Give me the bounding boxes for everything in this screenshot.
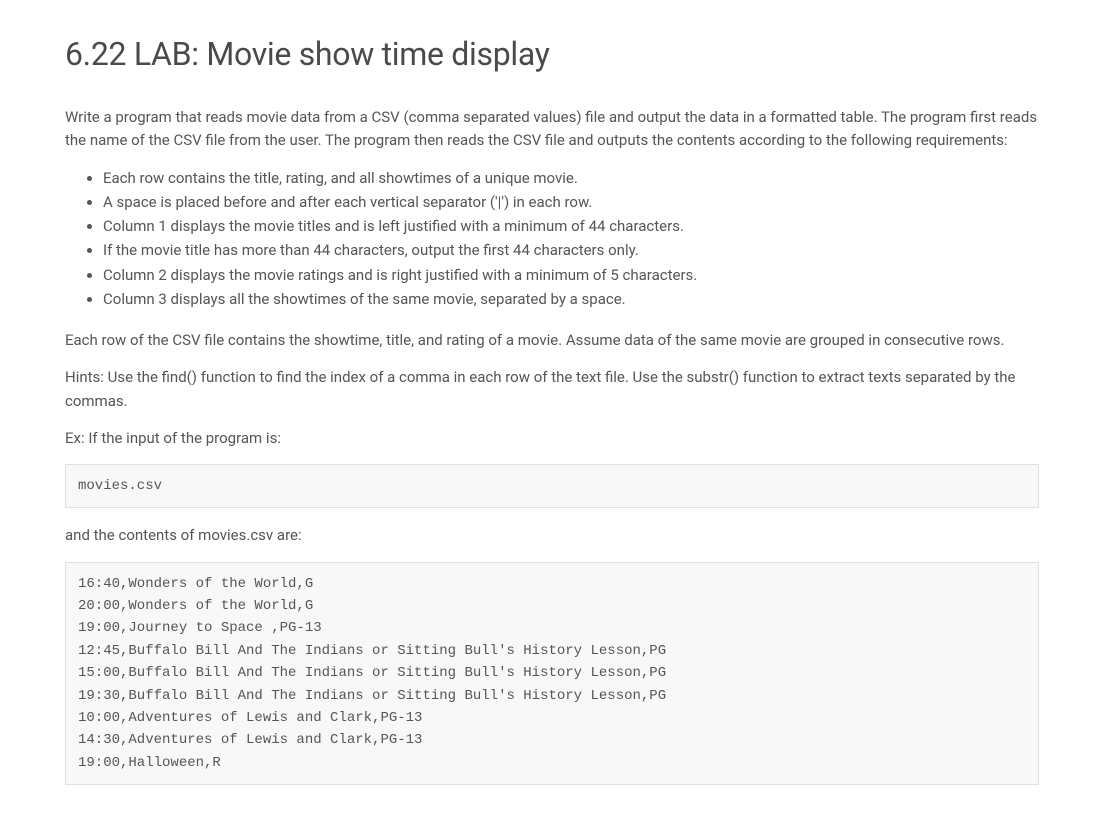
contents-label: and the contents of movies.csv are: <box>65 524 1039 547</box>
csv-contents-block: 16:40,Wonders of the World,G 20:00,Wonde… <box>65 562 1039 786</box>
list-item: If the movie title has more than 44 char… <box>103 239 1039 262</box>
list-item: Each row contains the title, rating, and… <box>103 167 1039 190</box>
requirements-list: Each row contains the title, rating, and… <box>65 167 1039 312</box>
hints-paragraph: Hints: Use the find() function to find t… <box>65 366 1039 413</box>
list-item: Column 3 displays all the showtimes of t… <box>103 288 1039 311</box>
list-item: A space is placed before and after each … <box>103 191 1039 214</box>
list-item: Column 1 displays the movie titles and i… <box>103 215 1039 238</box>
intro-paragraph: Write a program that reads movie data fr… <box>65 106 1039 153</box>
example-label: Ex: If the input of the program is: <box>65 427 1039 450</box>
list-item: Column 2 displays the movie ratings and … <box>103 264 1039 287</box>
csv-note-paragraph: Each row of the CSV file contains the sh… <box>65 329 1039 352</box>
input-filename-block: movies.csv <box>65 464 1039 508</box>
page-title: 6.22 LAB: Movie show time display <box>65 30 1039 78</box>
